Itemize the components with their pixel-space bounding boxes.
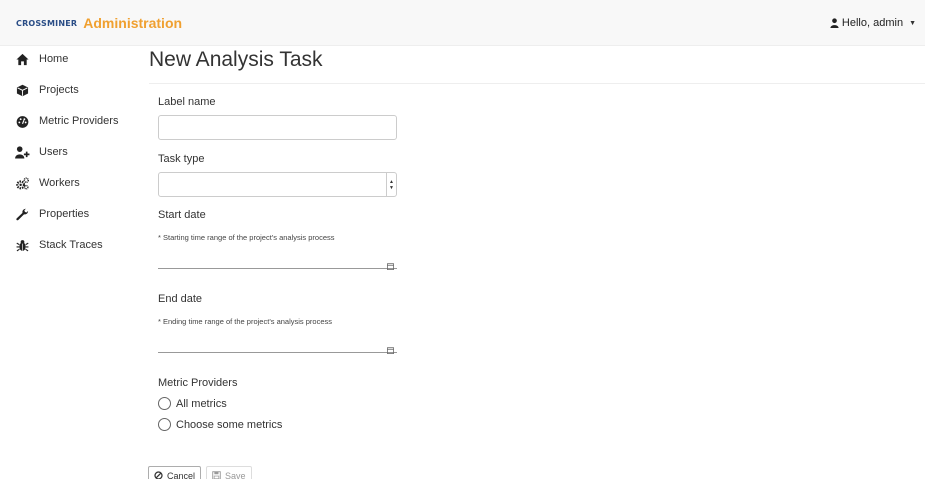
sidebar-item-metric-providers[interactable]: Metric Providers — [14, 110, 118, 132]
page-title: New Analysis Task — [149, 48, 323, 71]
home-icon — [14, 52, 31, 66]
cancel-button[interactable]: Cancel — [148, 466, 202, 479]
calendar-icon[interactable] — [387, 257, 394, 275]
sidebar-item-label: Home — [39, 53, 69, 65]
label-name-label: Label name — [158, 96, 216, 108]
radio-label: All metrics — [176, 397, 227, 410]
sidebar-item-stack-traces[interactable]: Stack Traces — [14, 234, 103, 256]
end-date-hint: * Ending time range of the project's ana… — [158, 317, 333, 326]
cogs-icon — [14, 176, 31, 190]
save-button-label: Save — [225, 470, 246, 479]
sidebar-item-label: Users — [39, 146, 68, 158]
start-date-input[interactable] — [158, 252, 397, 270]
sidebar-item-home[interactable]: Home — [14, 48, 68, 70]
start-date-hint: * Starting time range of the project's a… — [158, 233, 335, 242]
floppy-disk-icon — [212, 471, 221, 479]
brand[interactable]: CROSSMINER Administration — [16, 15, 182, 31]
sidebar-item-label: Properties — [39, 208, 90, 220]
crossminer-logo: CROSSMINER — [16, 18, 78, 28]
radio-choose-some-metrics[interactable]: Choose some metrics — [158, 418, 282, 431]
start-date-label: Start date — [158, 209, 206, 221]
caret-down-icon: ▼ — [909, 19, 916, 27]
sidebar-item-users[interactable]: Users — [14, 141, 68, 163]
sidebar-item-label: Projects — [39, 84, 79, 96]
end-date-label: End date — [158, 293, 203, 305]
radio-all-metrics[interactable]: All metrics — [158, 397, 227, 410]
radio-label: Choose some metrics — [176, 418, 283, 431]
sidebar-item-properties[interactable]: Properties — [14, 203, 89, 225]
cube-icon — [14, 83, 31, 97]
radio-circle[interactable] — [158, 397, 171, 410]
calendar-icon[interactable] — [387, 341, 394, 359]
save-button[interactable]: Save — [206, 466, 252, 479]
radio-circle[interactable] — [158, 418, 171, 431]
user-menu-toggle[interactable]: Hello, admin ▼ — [830, 17, 916, 29]
end-date-input[interactable] — [158, 336, 397, 354]
app-title: Administration — [83, 15, 183, 31]
bug-icon — [14, 238, 31, 252]
user-plus-icon — [14, 145, 31, 159]
wrench-icon — [14, 207, 31, 221]
user-greeting: Hello, admin — [841, 17, 904, 29]
sidebar-item-label: Stack Traces — [39, 239, 103, 251]
ban-icon — [154, 471, 163, 479]
task-type-select[interactable]: ▲ ▼ — [158, 172, 397, 197]
dashboard-icon — [14, 114, 31, 128]
user-icon — [830, 18, 839, 28]
sidebar-item-workers[interactable]: Workers — [14, 172, 80, 194]
sidebar-item-label: Workers — [39, 177, 80, 189]
top-navbar: CROSSMINER Administration Hello, admin ▼ — [0, 0, 925, 46]
task-type-label: Task type — [158, 153, 205, 165]
select-arrows-icon: ▲ ▼ — [386, 173, 396, 196]
metric-providers-label: Metric Providers — [158, 377, 238, 389]
label-name-input[interactable] — [158, 115, 397, 140]
sidebar-item-label: Metric Providers — [39, 115, 119, 127]
cancel-button-label: Cancel — [167, 470, 196, 479]
title-divider — [149, 83, 925, 84]
sidebar-item-projects[interactable]: Projects — [14, 79, 79, 101]
